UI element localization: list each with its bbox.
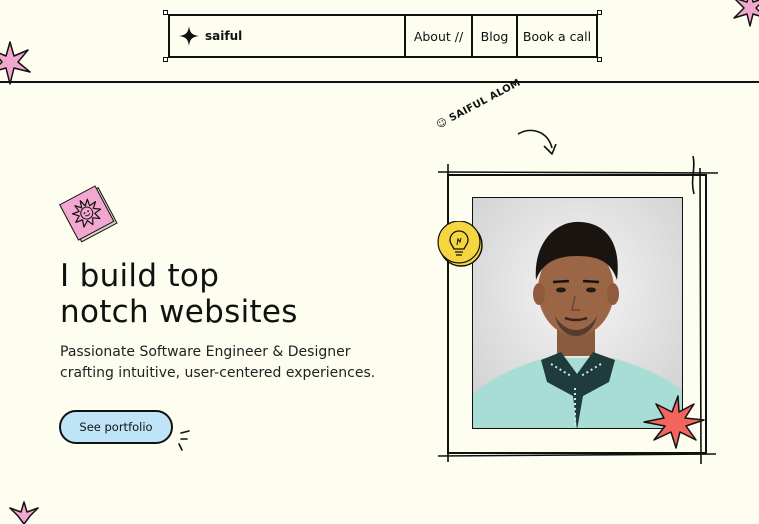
brand-name: saiful [205, 29, 243, 43]
author-name: SAIFUL ALOM [447, 77, 523, 125]
red-star-sticker-icon [643, 395, 705, 449]
hero-subtitle-line: crafting intuitive, user-centered experi… [60, 365, 376, 381]
emphasis-strokes-icon [178, 430, 190, 451]
nav-item-book-a-call[interactable]: Book a call [516, 16, 596, 56]
pink-star-decoration-left [0, 41, 31, 85]
header-divider [0, 81, 759, 83]
hero-title-line: notch websites [60, 294, 298, 330]
sparkle-icon [179, 26, 199, 46]
brand-logo-link[interactable]: saiful [170, 16, 404, 56]
nav-item-blog[interactable]: Blog [471, 16, 516, 56]
pink-star-decoration-bottom-left [9, 501, 39, 524]
author-name-tag: ☺ SAIFUL ALOM [435, 77, 523, 131]
pink-star-decoration-top-right [733, 0, 759, 27]
sun-sticker-icon [59, 185, 118, 243]
hero-subtitle-line: Passionate Software Engineer & Designer [60, 344, 351, 360]
lightbulb-sticker-icon [437, 221, 483, 267]
hero-title-line: I build top [60, 258, 220, 294]
curved-arrow-icon [517, 129, 557, 155]
top-navigation: saiful About // Blog Book a call [168, 14, 598, 58]
hero-title: I build top notch websites [60, 258, 298, 330]
nav-item-about[interactable]: About // [404, 16, 471, 56]
hero-subtitle: Passionate Software Engineer & Designer … [60, 342, 375, 384]
see-portfolio-button[interactable]: See portfolio [59, 410, 173, 444]
